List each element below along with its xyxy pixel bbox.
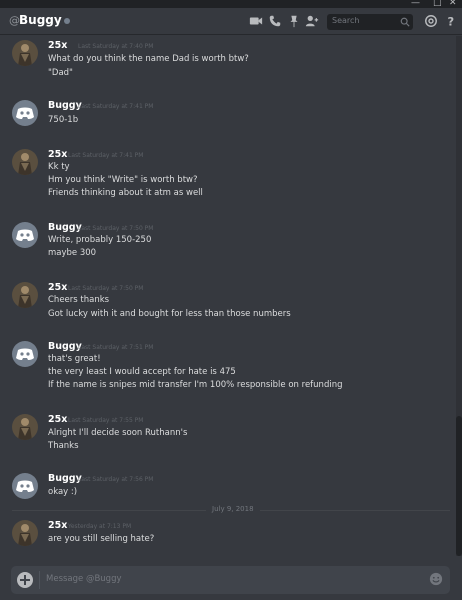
message-author[interactable]: 25x: [48, 414, 67, 425]
message-text: "Dad": [48, 68, 73, 78]
video-call-icon[interactable]: [249, 14, 263, 28]
avatar-buggy[interactable]: [12, 100, 38, 126]
composer-divider: [39, 571, 40, 589]
scrollbar-thumb[interactable]: [456, 416, 462, 556]
add-friend-icon[interactable]: [305, 14, 319, 28]
message-text: maybe 300: [48, 248, 97, 258]
emoji-icon[interactable]: [429, 572, 443, 586]
message-timestamp: Last Saturday at 7:50 PM: [78, 225, 154, 232]
window-titlebar: — □ ✕: [0, 0, 462, 8]
message-text: Kk ty: [48, 162, 70, 172]
upload-plus-icon[interactable]: [17, 572, 33, 588]
channel-title: Buggy: [19, 13, 62, 27]
messages-scrollbar[interactable]: [456, 36, 462, 556]
avatar-25x[interactable]: [12, 520, 38, 546]
avatar-buggy[interactable]: [12, 341, 38, 367]
message-text: Alright I'll decide soon Ruthann's: [48, 428, 188, 438]
avatar-25x[interactable]: [12, 40, 38, 66]
message-author[interactable]: Buggy: [48, 473, 82, 484]
message-author[interactable]: Buggy: [48, 341, 82, 352]
message-timestamp: Last Saturday at 7:55 PM: [68, 417, 144, 424]
svg-text:?: ?: [448, 14, 455, 28]
message-timestamp: Last Saturday at 7:41 PM: [78, 103, 154, 110]
voice-call-icon[interactable]: [268, 14, 282, 28]
message-timestamp: Last Saturday at 7:41 PM: [68, 152, 144, 159]
search-icon: [400, 17, 410, 27]
message-author[interactable]: 25x: [48, 149, 67, 160]
message-text: 750-1b: [48, 115, 79, 125]
message-text: Got lucky with it and bought for less th…: [48, 309, 291, 319]
avatar-buggy[interactable]: [12, 222, 38, 248]
avatar-buggy[interactable]: [12, 473, 38, 499]
message-text: the very least I would accept for hate i…: [48, 367, 236, 377]
message-timestamp: Yesterday at 7:13 PM: [68, 523, 132, 530]
date-divider-label: July 9, 2018: [206, 505, 260, 513]
message-timestamp: Last Saturday at 7:40 PM: [78, 43, 154, 50]
message-text: Write, probably 150-250: [48, 235, 152, 245]
message-timestamp: Last Saturday at 7:50 PM: [68, 285, 144, 292]
message-text: Hm you think "Write" is worth btw?: [48, 175, 198, 185]
message-text: Friends thinking about it atm as well: [48, 188, 203, 198]
help-icon[interactable]: ?: [444, 14, 458, 28]
search-input[interactable]: Search: [327, 14, 413, 30]
message-author[interactable]: 25x: [48, 520, 67, 531]
message-text: What do you think the name Dad is worth …: [48, 54, 249, 64]
avatar-25x[interactable]: [12, 149, 38, 175]
message-author[interactable]: 25x: [48, 282, 67, 293]
message-input-placeholder[interactable]: Message @Buggy: [46, 574, 122, 584]
avatar-25x[interactable]: [12, 282, 38, 308]
search-placeholder: Search: [332, 16, 360, 25]
message-text: that's great!: [48, 354, 101, 364]
message-text: Thanks: [48, 441, 79, 451]
message-text: okay :): [48, 487, 78, 497]
message-timestamp: Last Saturday at 7:56 PM: [78, 476, 154, 483]
avatar-25x[interactable]: [12, 414, 38, 440]
message-text: If the name is snipes mid transfer I'm 1…: [48, 380, 343, 390]
pin-icon[interactable]: [287, 14, 301, 28]
message-author[interactable]: Buggy: [48, 100, 82, 111]
message-author[interactable]: Buggy: [48, 222, 82, 233]
message-author[interactable]: 25x: [48, 40, 67, 51]
channel-header: @ Buggy Search ?: [0, 8, 462, 35]
mention-icon[interactable]: [424, 14, 438, 28]
status-indicator: [64, 18, 70, 24]
message-composer[interactable]: Message @Buggy: [11, 566, 450, 594]
message-text: Cheers thanks: [48, 295, 110, 305]
message-text: are you still selling hate?: [48, 534, 155, 544]
message-timestamp: Last Saturday at 7:51 PM: [78, 344, 154, 351]
